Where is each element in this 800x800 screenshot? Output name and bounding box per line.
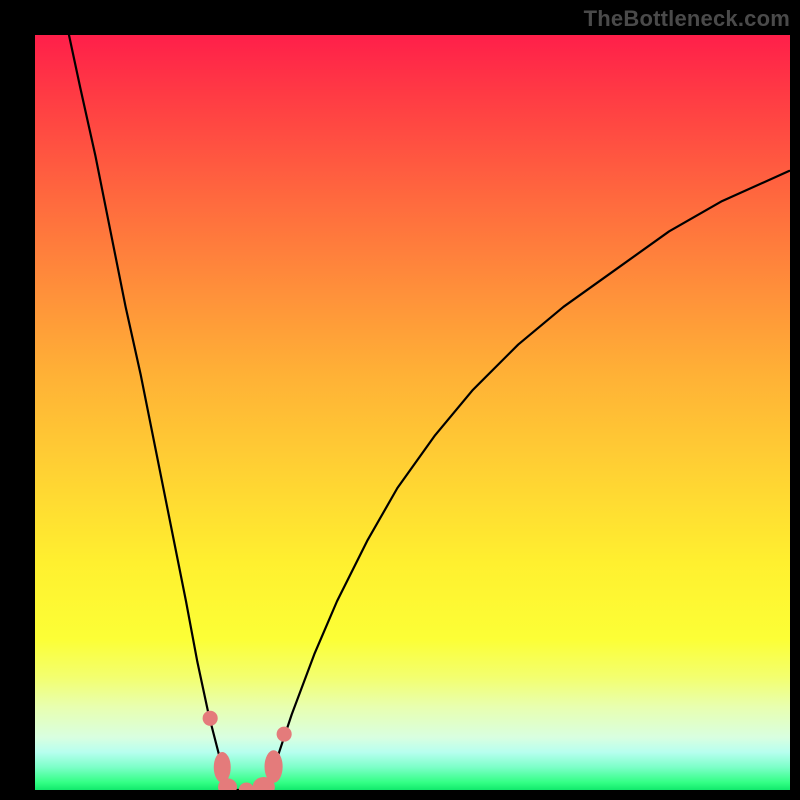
marker-3	[239, 782, 254, 790]
curve-svg	[35, 35, 790, 790]
plot-area	[35, 35, 790, 790]
curve-paths	[69, 35, 789, 790]
marker-0	[203, 711, 218, 726]
watermark-text: TheBottleneck.com	[584, 6, 790, 32]
marker-6	[277, 727, 292, 742]
series-right-branch	[265, 171, 789, 788]
curve-markers	[203, 711, 292, 790]
marker-1	[214, 752, 231, 783]
chart-frame: TheBottleneck.com	[0, 0, 800, 800]
series-left-branch	[69, 35, 228, 788]
marker-5	[265, 750, 283, 783]
